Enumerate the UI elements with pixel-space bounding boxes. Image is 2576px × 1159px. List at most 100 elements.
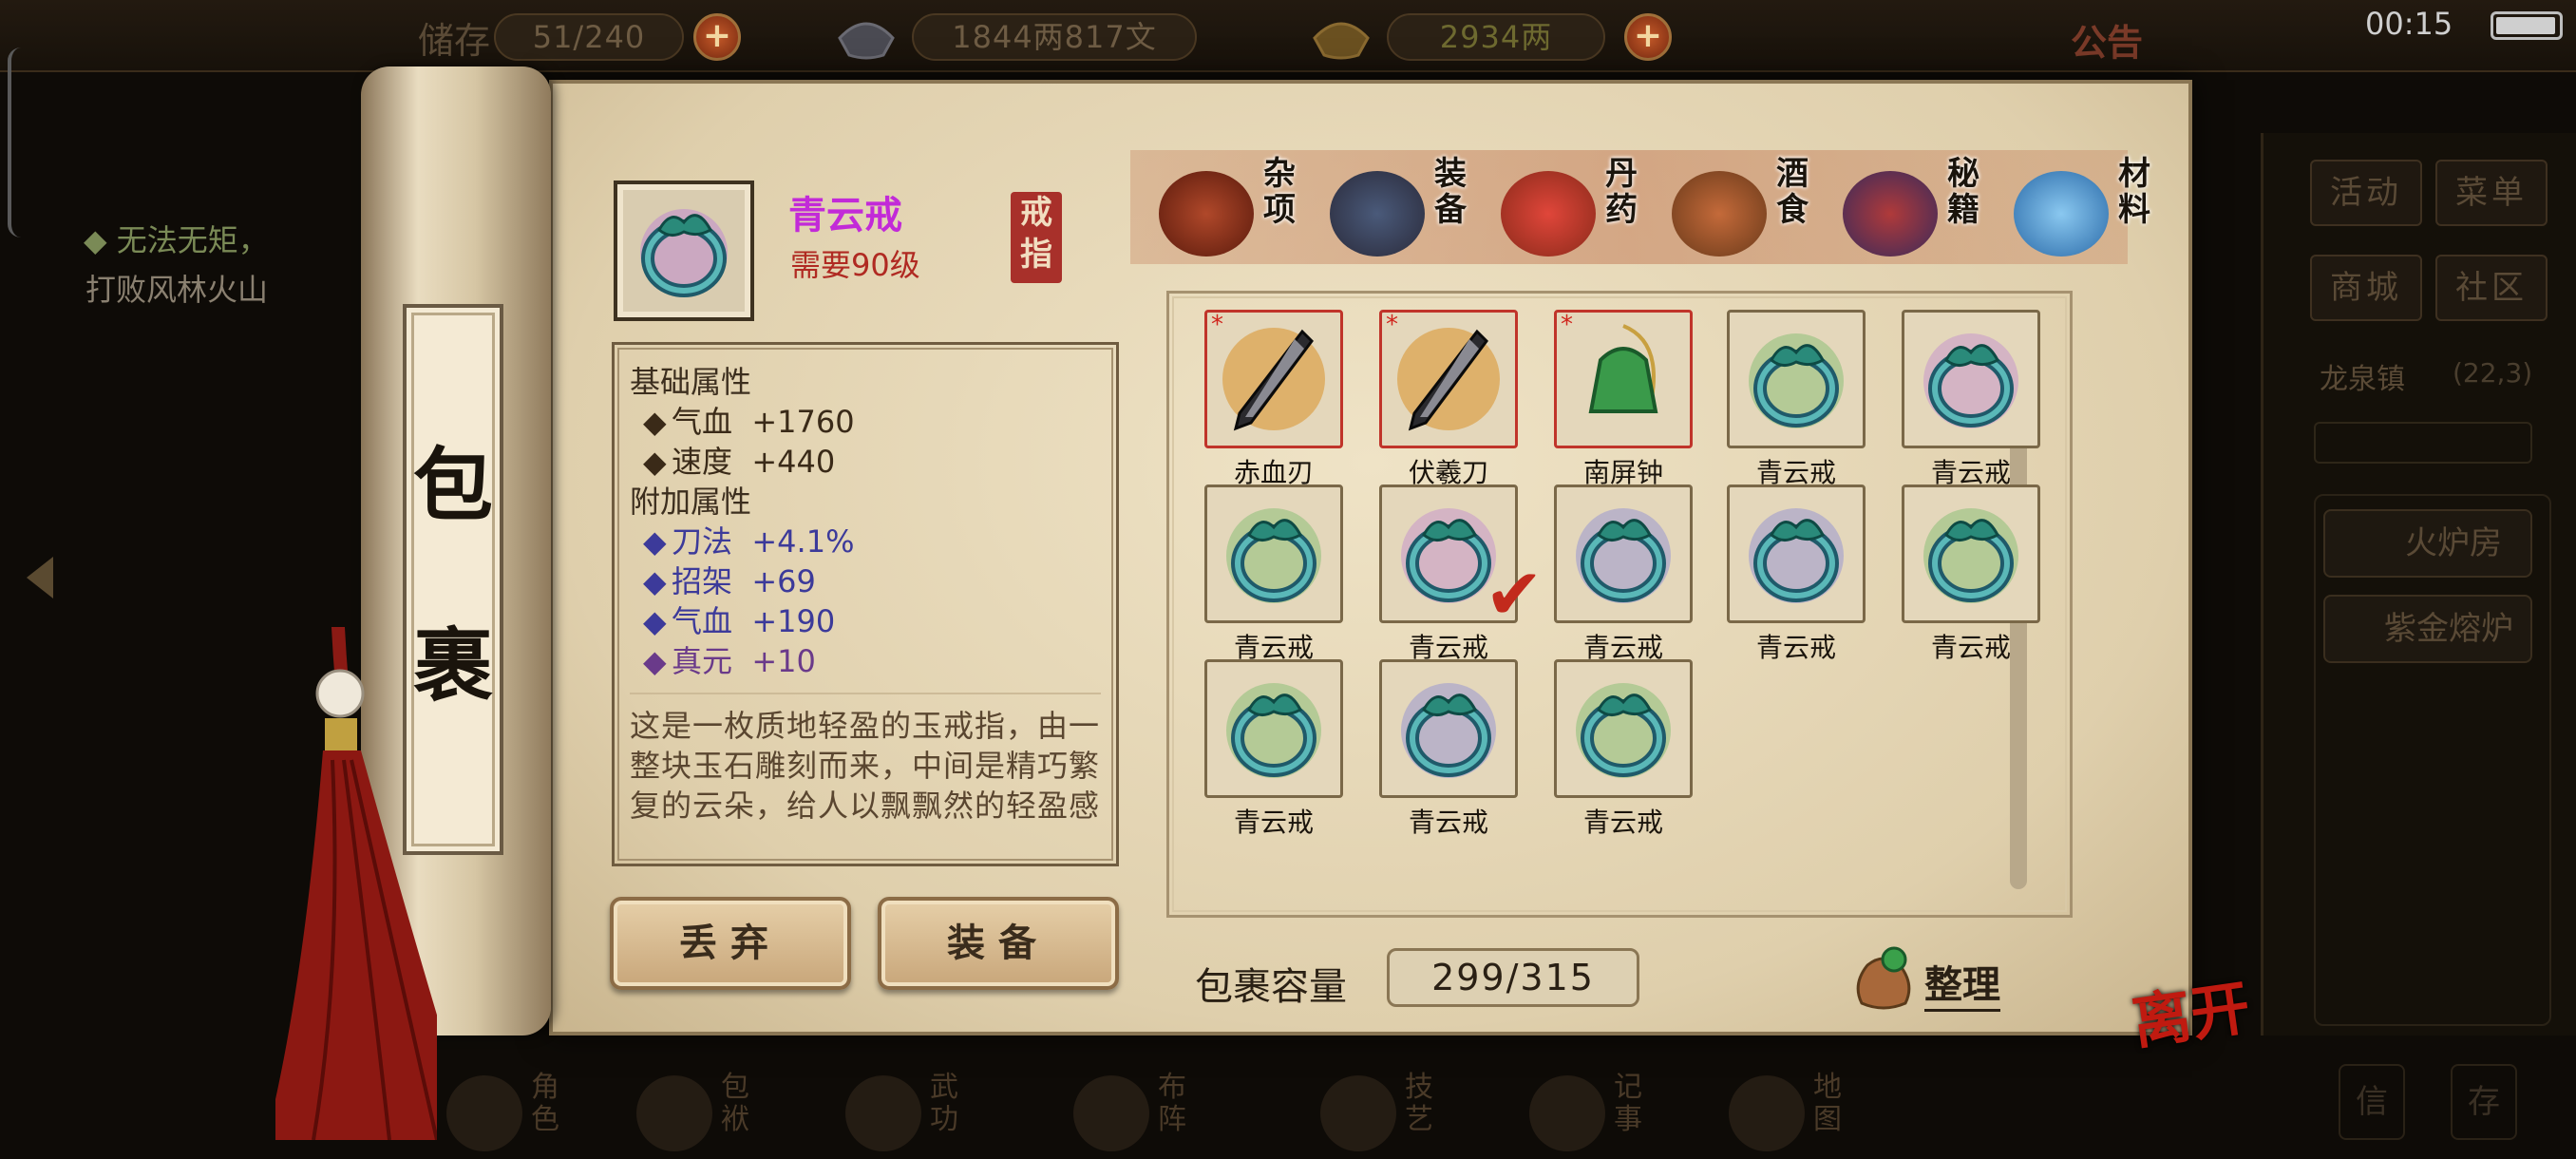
quest-title[interactable]: ◆ 无法无矩， — [84, 217, 269, 260]
battery-icon — [2491, 11, 2563, 40]
item-description: 这是一枚质地轻盈的玉戒指，由一整块玉石雕刻而来，中间是精巧繁复的云朵，给人以飘飘… — [630, 693, 1101, 833]
skills-icon — [1320, 1075, 1396, 1151]
tassel-decoration — [275, 627, 437, 1140]
ring-icon — [1749, 333, 1844, 428]
nav-skills[interactable]: 技艺 — [1320, 1072, 1444, 1157]
purple-furnace-button[interactable]: 紫金熔炉 — [2323, 595, 2532, 663]
inventory-slot[interactable] — [1204, 484, 1343, 623]
nav-character[interactable]: 角色 — [446, 1072, 570, 1157]
base-stat: ◆ 气血 +1760 — [643, 404, 855, 440]
nav-formation[interactable]: 布阵 — [1073, 1072, 1197, 1157]
nav-map[interactable]: 地图 — [1729, 1072, 1852, 1157]
inventory-slot[interactable] — [1902, 484, 2040, 623]
martial-arts-icon — [845, 1075, 921, 1151]
saber-icon — [1397, 328, 1500, 431]
capacity-label: 包裹容量 — [1195, 965, 1347, 1009]
storage-add-button[interactable]: + — [693, 13, 741, 61]
inventory-slot[interactable] — [1379, 659, 1518, 798]
item-requirement: 需要90级 — [790, 247, 920, 283]
item-stats-panel[interactable]: 基础属性 ◆ 气血 +1760 ◆ 速度 +440 附加属性 ◆ 刀法 +4.1% ◆… — [612, 342, 1119, 866]
blade-icon — [1222, 328, 1325, 431]
silver-ingot-icon — [838, 22, 895, 60]
base-stats-header: 基础属性 — [630, 364, 752, 400]
time-of-day-bar — [2314, 422, 2532, 464]
tab-manuals[interactable]: 秘籍 — [1843, 156, 2009, 262]
inventory-slot[interactable]: * — [1554, 310, 1693, 448]
storage-label: 储存 — [418, 20, 491, 62]
bag-icon — [636, 1075, 712, 1151]
ring-icon — [1576, 683, 1671, 778]
tab-food[interactable]: 酒食 — [1672, 156, 1838, 262]
inventory-slot[interactable] — [1902, 310, 2040, 448]
inventory-slot[interactable] — [1727, 484, 1866, 623]
category-tabs: 杂项 装备 丹药 酒食 秘籍 材料 — [1130, 150, 2150, 264]
inventory-slot[interactable] — [1727, 310, 1866, 448]
item-name: 青云戒 — [788, 194, 902, 238]
furnace-room-button[interactable]: 火炉房 — [2323, 509, 2532, 578]
ring-icon — [1923, 508, 2018, 603]
formation-icon — [1073, 1075, 1149, 1151]
tab-pills[interactable]: 丹药 — [1501, 156, 1667, 262]
inventory-slot[interactable] — [1554, 484, 1693, 623]
inventory-slot-label: 青云戒 — [1233, 807, 1314, 838]
inventory-slot-label: 青云戒 — [1408, 807, 1488, 838]
storage-count: 51/240 — [494, 13, 684, 61]
inventory-slot[interactable] — [1554, 659, 1693, 798]
tab-materials[interactable]: 材料 — [2014, 156, 2180, 262]
food-icon — [1672, 171, 1767, 256]
save-button[interactable]: 存 — [2451, 1064, 2517, 1140]
inventory-slot-label: 青云戒 — [1930, 632, 2011, 663]
nav-journal[interactable]: 记事 — [1529, 1072, 1653, 1157]
tab-misc[interactable]: 杂项 — [1159, 156, 1325, 262]
inventory-slot[interactable] — [1204, 659, 1343, 798]
equip-button[interactable]: 装备 — [878, 897, 1119, 990]
nav-martial-arts[interactable]: 武功 — [845, 1072, 969, 1157]
leave-button[interactable]: 离开 — [2126, 960, 2254, 1060]
ring-icon — [1923, 333, 2018, 428]
ring-icon — [1226, 683, 1321, 778]
location-coords: (22,3) — [2453, 357, 2533, 389]
inventory-slot-label: 青云戒 — [1755, 632, 1836, 663]
extra-stats-header: 附加属性 — [630, 484, 752, 520]
extra-stat: ◆ 气血 +190 — [643, 603, 836, 639]
ring-icon — [640, 209, 728, 297]
inventory-slot-label: 青云戒 — [1582, 807, 1663, 838]
bell-icon — [1588, 324, 1658, 413]
collapse-arrow-icon[interactable] — [27, 557, 53, 598]
special-star-icon: * — [1561, 311, 1573, 339]
base-stat: ◆ 速度 +440 — [643, 444, 836, 480]
top-bar: 储存 51/240 + 1844两817文 2934两 + 公告 00:15 — [0, 0, 2576, 72]
crystal-icon — [2014, 171, 2109, 256]
item-slot-seal: 戒指 — [1011, 192, 1062, 283]
sort-button[interactable]: 整理 — [1924, 954, 2000, 1012]
selected-item-thumbnail — [614, 180, 754, 321]
gold-currency: 2934两 — [1387, 13, 1605, 61]
special-star-icon: * — [1386, 311, 1398, 339]
mall-button[interactable]: 商城 — [2310, 255, 2422, 321]
menu-button[interactable]: 菜单 — [2435, 160, 2548, 226]
quest-desc[interactable]: 打败风林火山 — [85, 266, 268, 310]
equipped-check-icon: ✔ — [1484, 554, 1544, 636]
location-name: 龙泉镇 — [2320, 363, 2405, 396]
notice-button[interactable]: 公告 — [2071, 13, 2143, 66]
mail-button[interactable]: 信 — [2339, 1064, 2405, 1140]
weapons-icon — [1330, 171, 1425, 256]
pills-icon — [1501, 171, 1596, 256]
community-button[interactable]: 社区 — [2435, 255, 2548, 321]
inventory-slot[interactable]: ✔ — [1379, 484, 1544, 630]
activity-button[interactable]: 活动 — [2310, 160, 2422, 226]
special-star-icon: * — [1211, 311, 1223, 339]
inventory-slot[interactable]: * — [1204, 310, 1343, 448]
gold-add-button[interactable]: + — [1624, 13, 1672, 61]
money-bag-icon[interactable] — [1848, 942, 1919, 1013]
jar-icon — [1159, 171, 1254, 256]
discard-button[interactable]: 丢弃 — [610, 897, 851, 990]
inventory-slot[interactable]: * — [1379, 310, 1518, 448]
tab-equipment[interactable]: 装备 — [1330, 156, 1496, 262]
ring-icon — [1401, 683, 1496, 778]
extra-stat: ◆ 真元 +10 — [643, 643, 816, 679]
silver-currency: 1844两817文 — [912, 13, 1197, 61]
ring-icon — [1749, 508, 1844, 603]
books-icon — [1843, 171, 1938, 256]
nav-bag[interactable]: 包袱 — [636, 1072, 760, 1157]
